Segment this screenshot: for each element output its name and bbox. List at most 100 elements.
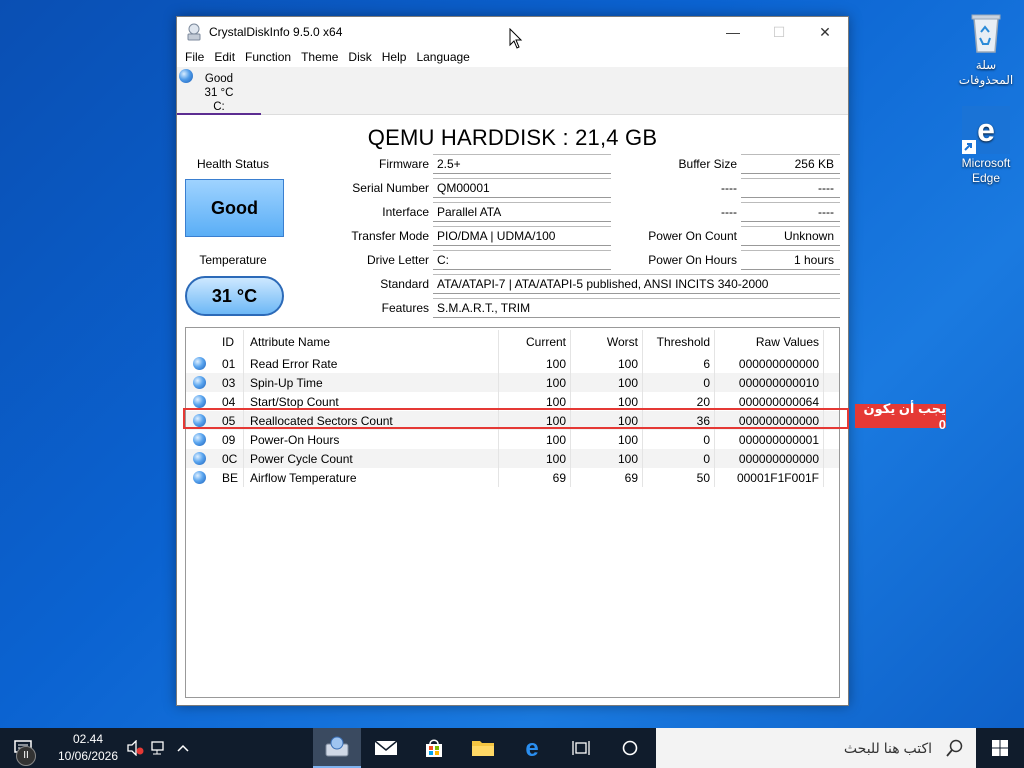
taskbar-mail[interactable] bbox=[362, 728, 410, 768]
disk-title: QEMU HARDDISK : 21,4 GB bbox=[367, 125, 658, 150]
table-row[interactable]: BE Airflow Temperature 69 69 50 00001F1F… bbox=[186, 468, 839, 487]
serial-label: Serial Number bbox=[352, 181, 429, 195]
taskbar-crystaldiskinfo[interactable] bbox=[313, 728, 361, 768]
drive-letter-label: Drive Letter bbox=[366, 253, 429, 267]
cell-name: Read Error Rate bbox=[244, 354, 499, 373]
clock-time: 02.44 bbox=[72, 732, 104, 746]
svg-text:e: e bbox=[977, 112, 995, 148]
folder-icon bbox=[472, 741, 494, 756]
cell-threshold: 50 bbox=[643, 468, 715, 487]
taskbar-store[interactable] bbox=[410, 728, 458, 768]
cell-threshold: 0 bbox=[643, 373, 715, 392]
blank1-value: ---- bbox=[741, 178, 840, 198]
edge-icon: e bbox=[525, 737, 538, 759]
firmware-value: 2.5+ bbox=[433, 154, 611, 174]
clock[interactable]: 02.44 10/06/2026 bbox=[52, 731, 124, 765]
smart-table-header: ID Attribute Name Current Worst Threshol… bbox=[186, 330, 839, 354]
menu-help[interactable]: Help bbox=[377, 50, 412, 64]
table-row[interactable]: 09 Power-On Hours 100 100 0 000000000001 bbox=[186, 430, 839, 449]
highlight-rectangle bbox=[183, 408, 849, 429]
edge-icon: e bbox=[962, 106, 1010, 154]
power-on-hours-value: 1 hours bbox=[741, 250, 840, 270]
col-worst[interactable]: Worst bbox=[571, 330, 643, 354]
taskbar-task-view[interactable] bbox=[557, 728, 605, 768]
power-on-count-label: Power On Count bbox=[648, 229, 737, 243]
blank2-label: ---- bbox=[721, 205, 737, 219]
standard-label: Standard bbox=[380, 277, 429, 291]
cell-current: 100 bbox=[499, 354, 571, 373]
status-ball-icon bbox=[192, 357, 206, 370]
show-hidden-icons-button[interactable] bbox=[172, 728, 194, 768]
desktop-icon-recycle-bin[interactable]: سلة المحذوفات bbox=[948, 8, 1024, 88]
col-current[interactable]: Current bbox=[499, 330, 571, 354]
cell-name: Power-On Hours bbox=[244, 430, 499, 449]
task-view-icon bbox=[572, 741, 590, 755]
maximize-button[interactable]: ☐ bbox=[756, 17, 802, 47]
close-button[interactable]: ✕ bbox=[802, 17, 848, 47]
features-label: Features bbox=[381, 301, 429, 315]
blank2-value: ---- bbox=[741, 202, 840, 222]
disk-tab-temp: 31 °C bbox=[204, 87, 234, 99]
taskbar-search-box[interactable]: اكتب هنا للبحث bbox=[656, 728, 976, 768]
chevron-up-icon bbox=[177, 744, 189, 752]
cell-raw: 000000000010 bbox=[715, 373, 824, 392]
cell-raw: 000000000000 bbox=[715, 354, 824, 373]
menu-language[interactable]: Language bbox=[411, 50, 474, 64]
cell-worst: 69 bbox=[571, 468, 643, 487]
table-row[interactable]: 01 Read Error Rate 100 100 6 00000000000… bbox=[186, 354, 839, 373]
temperature-button[interactable]: 31 °C bbox=[185, 276, 284, 316]
taskbar: II 02.44 10/06/2026 e اكتب هنا للبحث bbox=[0, 728, 1024, 768]
menu-file[interactable]: File bbox=[180, 50, 209, 64]
features-value: S.M.A.R.T., TRIM bbox=[433, 298, 840, 318]
temperature-label: Temperature bbox=[199, 253, 267, 267]
cell-id: 09 bbox=[212, 430, 244, 449]
col-id[interactable]: ID bbox=[212, 330, 244, 354]
table-row[interactable]: 03 Spin-Up Time 100 100 0 000000000010 bbox=[186, 373, 839, 392]
minimize-button[interactable]: — bbox=[710, 17, 756, 47]
search-icon bbox=[946, 739, 963, 757]
disk-tab-c[interactable]: Good 31 °C C: bbox=[177, 67, 261, 115]
menu-theme[interactable]: Theme bbox=[296, 50, 343, 64]
transfer-mode-label: Transfer Mode bbox=[351, 229, 429, 243]
health-status-button[interactable]: Good bbox=[185, 179, 284, 237]
search-placeholder: اكتب هنا للبحث bbox=[843, 739, 932, 756]
buffer-size-value: 256 KB bbox=[741, 154, 840, 174]
taskbar-file-explorer[interactable] bbox=[459, 728, 507, 768]
status-ball-icon bbox=[192, 433, 206, 446]
disk-tab-bar: Good 31 °C C: bbox=[177, 67, 848, 115]
firmware-label: Firmware bbox=[379, 157, 429, 171]
menu-edit[interactable]: Edit bbox=[209, 50, 240, 64]
disk-tab-letter: C: bbox=[213, 101, 225, 113]
network-icon bbox=[151, 741, 164, 755]
status-ball-icon bbox=[192, 395, 206, 408]
taskbar-cortana[interactable] bbox=[606, 728, 654, 768]
menu-disk[interactable]: Disk bbox=[343, 50, 376, 64]
menu-function[interactable]: Function bbox=[240, 50, 296, 64]
clock-date: 10/06/2026 bbox=[57, 749, 119, 763]
recycle-bin-label: سلة المحذوفات bbox=[958, 58, 1014, 87]
volume-muted-button[interactable] bbox=[124, 728, 146, 768]
serial-value: QM00001 bbox=[433, 178, 611, 198]
table-row[interactable]: 0C Power Cycle Count 100 100 0 000000000… bbox=[186, 449, 839, 468]
cell-worst: 100 bbox=[571, 373, 643, 392]
cell-id: 03 bbox=[212, 373, 244, 392]
svg-text:e: e bbox=[525, 737, 538, 759]
col-threshold[interactable]: Threshold bbox=[643, 330, 715, 354]
start-button[interactable] bbox=[976, 728, 1024, 768]
smart-table[interactable]: ID Attribute Name Current Worst Threshol… bbox=[185, 327, 840, 698]
notification-badge: II bbox=[16, 746, 36, 766]
window-title: CrystalDiskInfo 9.5.0 x64 bbox=[209, 25, 343, 39]
crystaldiskinfo-icon bbox=[325, 736, 349, 757]
cell-id: 0C bbox=[212, 449, 244, 468]
col-attribute-name[interactable]: Attribute Name bbox=[244, 330, 499, 354]
cell-raw: 00001F1F001F bbox=[715, 468, 824, 487]
cell-threshold: 0 bbox=[643, 449, 715, 468]
desktop-icon-edge[interactable]: e Microsoft Edge bbox=[948, 106, 1024, 186]
status-ball-icon bbox=[192, 471, 206, 484]
taskbar-edge[interactable]: e bbox=[508, 728, 556, 768]
network-button[interactable] bbox=[148, 728, 170, 768]
annotation-label: يجب أن يكون 0 bbox=[855, 401, 946, 432]
power-on-count-value: Unknown bbox=[741, 226, 840, 246]
menu-bar: File Edit Function Theme Disk Help Langu… bbox=[177, 47, 848, 67]
col-raw-values[interactable]: Raw Values bbox=[715, 330, 824, 354]
